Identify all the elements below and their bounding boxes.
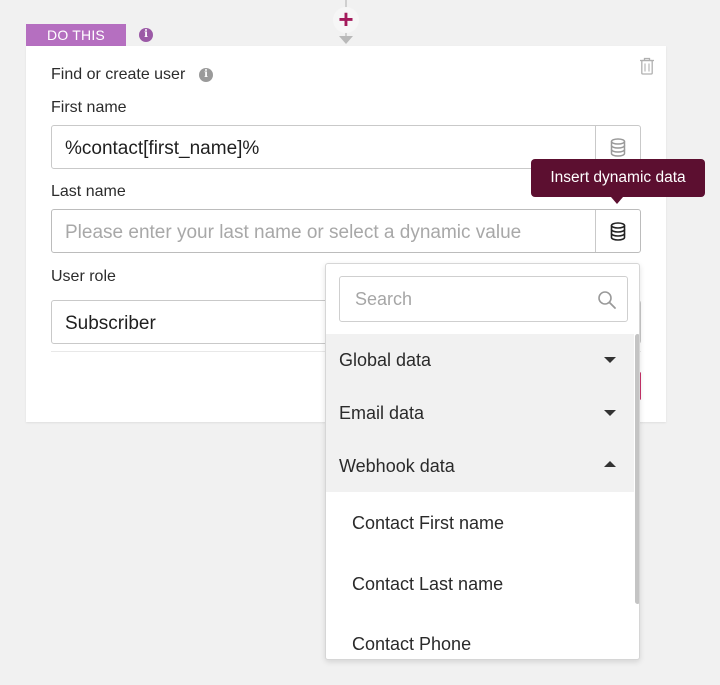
list-item[interactable]: Contact Last name (326, 554, 634, 614)
caret-down-icon (604, 410, 616, 416)
insert-dynamic-data-tooltip: Insert dynamic data (531, 159, 705, 197)
tooltip-arrow (611, 197, 623, 204)
database-icon (610, 221, 626, 241)
info-icon[interactable]: i (199, 68, 213, 82)
group-webhook-data[interactable]: Webhook data (326, 440, 634, 492)
insert-dynamic-data-button[interactable] (595, 210, 640, 252)
group-label: Global data (339, 349, 432, 370)
dynamic-data-dropdown: Global data Email data Webhook data Cont… (325, 263, 640, 660)
group-label: Email data (339, 402, 425, 423)
last-name-placeholder: Please enter your last name or select a … (65, 222, 522, 243)
list-item[interactable]: Contact First name (326, 493, 634, 553)
caret-up-icon (604, 461, 616, 467)
user-role-label: User role (51, 268, 116, 285)
first-name-value: %contact[first_name]% (65, 138, 260, 159)
group-label: Webhook data (339, 455, 455, 476)
search-icon (598, 291, 616, 309)
add-step-button[interactable]: + (333, 6, 359, 33)
dropdown-scrollbar[interactable] (635, 334, 639, 604)
user-role-value: Subscriber (65, 313, 156, 334)
database-icon (610, 137, 626, 157)
do-this-tab: DO THIS (26, 24, 126, 46)
group-email-data[interactable]: Email data (326, 387, 634, 439)
trash-icon[interactable] (639, 57, 655, 75)
caret-down-icon (604, 357, 616, 363)
card-title: Find or create user (51, 66, 186, 83)
group-global-data[interactable]: Global data (326, 334, 634, 386)
flow-connector-arrow-icon (339, 36, 353, 44)
info-icon[interactable]: i (139, 28, 153, 42)
list-item[interactable]: Contact Phone (326, 614, 634, 659)
last-name-field[interactable]: Please enter your last name or select a … (51, 209, 641, 253)
last-name-label: Last name (51, 183, 126, 200)
dynamic-data-search-field[interactable] (339, 276, 628, 322)
first-name-label: First name (51, 99, 127, 116)
dynamic-data-search-input[interactable] (353, 287, 593, 311)
